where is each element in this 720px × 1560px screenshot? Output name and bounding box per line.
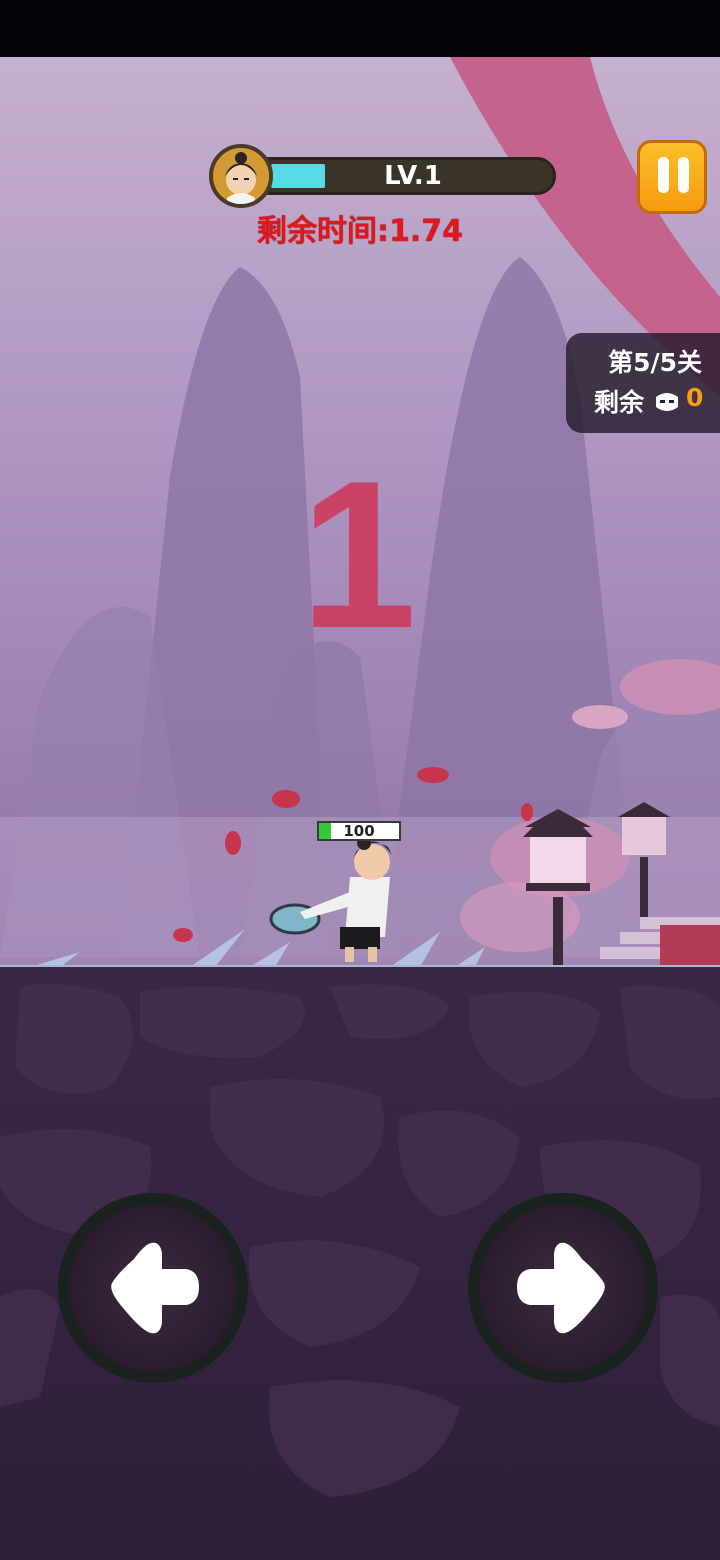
level-label: LV.1 — [384, 161, 442, 191]
move-left-button[interactable] — [58, 1193, 248, 1383]
move-right-button[interactable] — [468, 1193, 658, 1383]
arrow-left-icon — [111, 1242, 199, 1334]
level-progress-fill — [271, 164, 325, 188]
stage-info-panel: 第5/5关 剩余 0 — [566, 333, 720, 433]
enemy-skull-icon — [656, 393, 678, 411]
status-bar — [0, 0, 720, 57]
player-hp-bar: 100 — [317, 821, 401, 841]
level-progress-bar: LV.1 — [250, 157, 556, 195]
remaining-time: 剩余时间:1.74 — [256, 214, 463, 249]
pause-icon — [658, 157, 669, 193]
countdown-number: 1 — [300, 437, 417, 672]
stage-number: 第5/5关 — [608, 348, 702, 377]
remaining-enemy-count: 0 — [686, 383, 704, 412]
pause-button[interactable] — [637, 140, 707, 214]
player-avatar — [209, 144, 273, 208]
arrow-right-icon — [517, 1242, 605, 1334]
player-hp-value: 100 — [343, 822, 375, 840]
remaining-label: 剩余 — [594, 388, 645, 417]
player-portrait-icon — [213, 148, 269, 204]
